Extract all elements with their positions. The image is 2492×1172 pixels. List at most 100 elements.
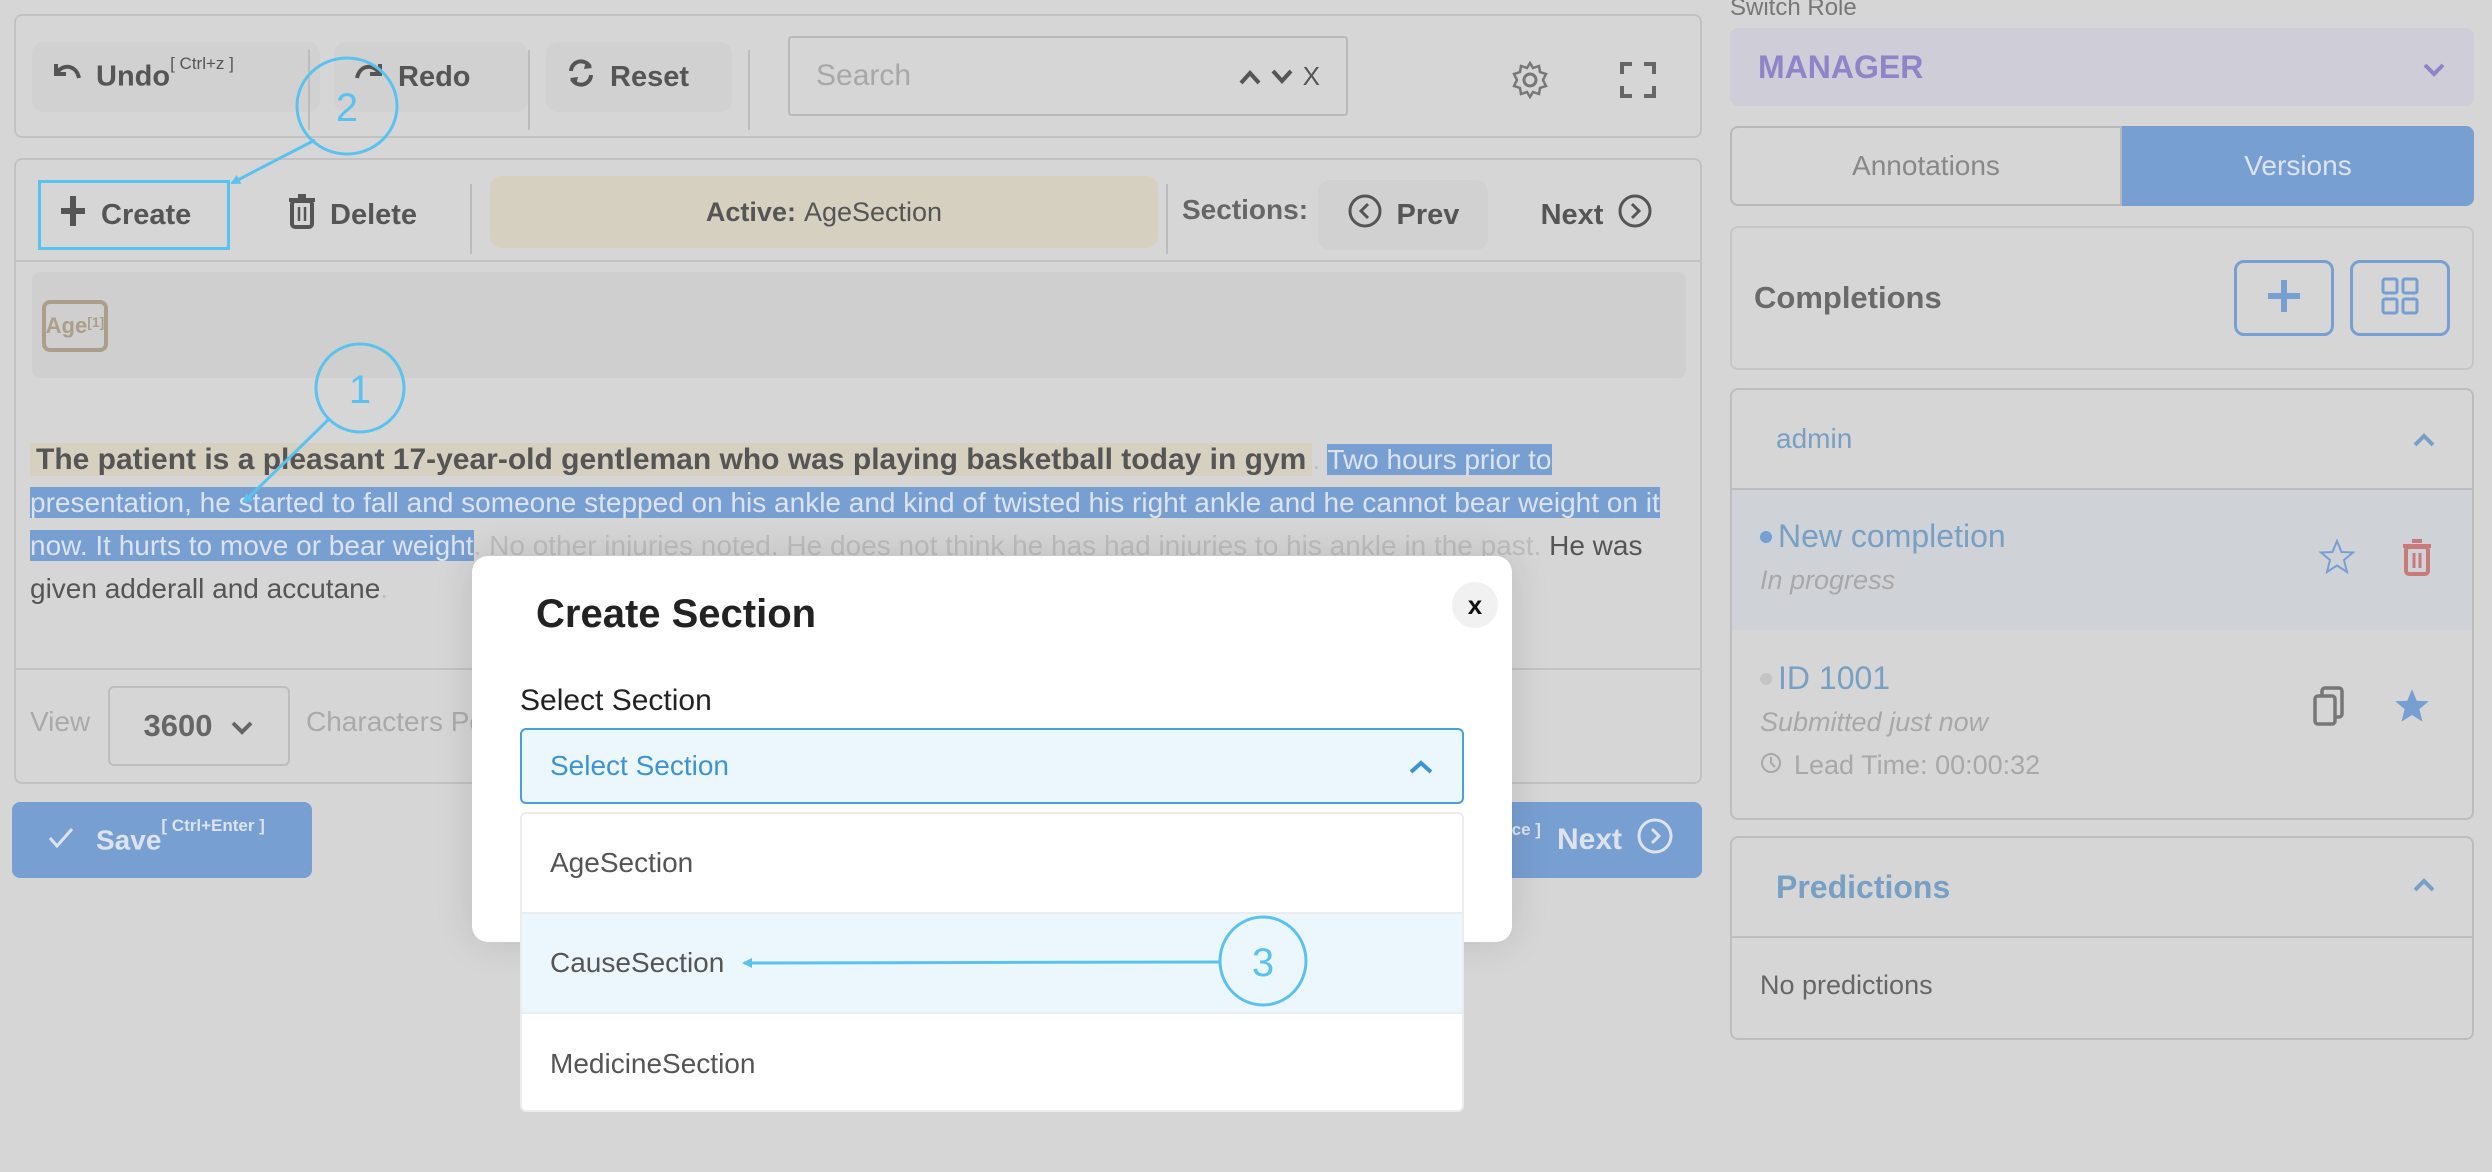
search-clear-icon[interactable]: X	[1303, 61, 1320, 92]
label-age-index: [1]	[87, 314, 105, 330]
label-age-text: Age	[45, 313, 88, 338]
option-medicine-section[interactable]: MedicineSection	[522, 1014, 1462, 1110]
undo-label: Undo	[96, 60, 171, 93]
switch-role-label: Switch Role	[1730, 0, 1857, 21]
lead-time: Lead Time: 00:00:32	[1794, 750, 2041, 780]
label-chip-age[interactable]: Age [1]	[42, 300, 108, 352]
predictions-card: Predictions No predictions	[1730, 836, 2474, 1040]
chevron-right-circle-icon	[1636, 817, 1674, 863]
group-header[interactable]: admin	[1732, 390, 2472, 490]
star-filled-icon[interactable]	[2392, 686, 2432, 731]
settings-gear-icon[interactable]	[1510, 60, 1550, 105]
page-size-value: 3600	[143, 708, 213, 743]
active-prefix: Active:	[705, 196, 796, 227]
chevron-down-icon	[230, 708, 254, 744]
completion-item[interactable]: New completion In progress	[1732, 490, 2472, 630]
delete-label: Delete	[330, 198, 418, 231]
completion-item[interactable]: ID 1001 Submitted just now Lead Time: 00…	[1732, 630, 2472, 818]
grid-view-button[interactable]	[2350, 260, 2450, 336]
tab-versions[interactable]: Versions	[2122, 126, 2474, 206]
create-label: Create	[101, 198, 192, 231]
sections-nav-label: Sections:	[1182, 194, 1309, 225]
main-toolbar: Undo[ Ctrl+z ] Redo Reset Search X	[14, 14, 1702, 138]
status-dot	[1760, 672, 1772, 685]
select-placeholder: Select Section	[550, 750, 729, 781]
age-highlight-span[interactable]: The patient is a pleasant 17-year-old ge…	[30, 443, 1313, 476]
select-section-label: Select Section	[520, 684, 712, 717]
status-dot	[1760, 530, 1772, 543]
next-label: Next	[1540, 198, 1604, 231]
completions-title: Completions	[1754, 280, 1942, 315]
save-shortcut: [ Ctrl+Enter ]	[161, 815, 265, 835]
completions-group-card: admin New completion In progress ID 1001…	[1730, 388, 2474, 820]
redo-icon	[354, 60, 384, 94]
section-divider	[470, 184, 472, 254]
page-size-select[interactable]: 3600	[108, 686, 290, 766]
tab-annotations[interactable]: Annotations	[1730, 126, 2122, 206]
dot-separator: .	[380, 573, 389, 604]
copy-icon[interactable]	[2312, 686, 2346, 731]
fullscreen-icon[interactable]	[1620, 62, 1656, 103]
option-cause-section[interactable]: CauseSection	[522, 914, 1462, 1014]
chevron-up-icon	[1408, 750, 1434, 782]
role-value: MANAGER	[1758, 48, 1924, 85]
labels-bar: Age [1]	[32, 272, 1686, 378]
reset-label: Reset	[610, 60, 689, 93]
prev-section-button[interactable]: Prev	[1318, 180, 1488, 250]
undo-icon	[52, 60, 82, 94]
predictions-title: Predictions	[1776, 868, 1951, 905]
chevron-left-circle-icon	[1347, 193, 1383, 237]
toolbar-divider	[308, 50, 310, 130]
clock-icon	[1760, 750, 1782, 781]
select-section-dropdown[interactable]: Select Section	[520, 728, 1464, 804]
search-next-icon[interactable]	[1271, 61, 1293, 92]
star-outline-icon[interactable]	[2318, 538, 2356, 581]
panel-divider	[16, 260, 1700, 262]
redo-label: Redo	[398, 60, 471, 93]
toolbar-divider	[528, 50, 530, 130]
save-label: Save	[96, 824, 162, 856]
trash-icon[interactable]	[2402, 538, 2432, 581]
next-section-button[interactable]: Next	[1512, 180, 1682, 250]
dot-separator: .	[1312, 444, 1321, 475]
search-prev-icon[interactable]	[1239, 61, 1261, 92]
section-options-list: AgeSection CauseSection MedicineSection	[520, 812, 1464, 1112]
redo-button[interactable]: Redo	[334, 42, 528, 112]
completion-title: ID 1001	[1778, 660, 1891, 696]
chevron-up-icon	[2412, 423, 2436, 455]
search-placeholder: Search	[816, 59, 912, 92]
view-label: View	[30, 706, 91, 737]
plus-icon	[59, 194, 87, 236]
delete-section-button[interactable]: Delete	[270, 180, 435, 250]
reset-button[interactable]: Reset	[546, 42, 732, 112]
close-icon[interactable]: x	[1452, 582, 1498, 628]
predictions-empty: No predictions	[1760, 970, 1933, 1000]
prev-label: Prev	[1396, 198, 1460, 231]
add-completion-button[interactable]	[2234, 260, 2334, 336]
checkmark-icon	[48, 824, 74, 856]
active-section-value: AgeSection	[803, 196, 943, 227]
group-name: admin	[1776, 423, 1853, 454]
role-select[interactable]: MANAGER	[1730, 28, 2474, 106]
option-age-section[interactable]: AgeSection	[522, 814, 1462, 914]
completion-title: New completion	[1778, 518, 2006, 554]
completions-header-card: Completions	[1730, 226, 2474, 370]
toolbar-divider	[748, 50, 750, 130]
undo-button[interactable]: Undo[ Ctrl+z ]	[32, 42, 320, 112]
save-button[interactable]: Save[ Ctrl+Enter ]	[12, 802, 312, 878]
search-input[interactable]: Search X	[788, 36, 1348, 116]
chevron-right-circle-icon	[1617, 193, 1653, 237]
section-divider	[1166, 184, 1168, 254]
trash-icon	[288, 193, 316, 237]
active-section-badge: Active: AgeSection	[490, 176, 1158, 248]
chevron-down-icon	[2422, 49, 2446, 86]
chevron-up-icon	[2412, 877, 2436, 898]
undo-shortcut: [ Ctrl+z ]	[170, 54, 234, 74]
plus-icon	[2265, 277, 2303, 320]
modal-title: Create Section	[536, 592, 817, 636]
grid-icon	[2380, 276, 2420, 321]
dot-separator: .	[473, 530, 482, 561]
predictions-header[interactable]: Predictions	[1732, 838, 2472, 938]
next-task-label: Next	[1556, 823, 1622, 856]
create-section-button[interactable]: Create	[38, 180, 230, 250]
